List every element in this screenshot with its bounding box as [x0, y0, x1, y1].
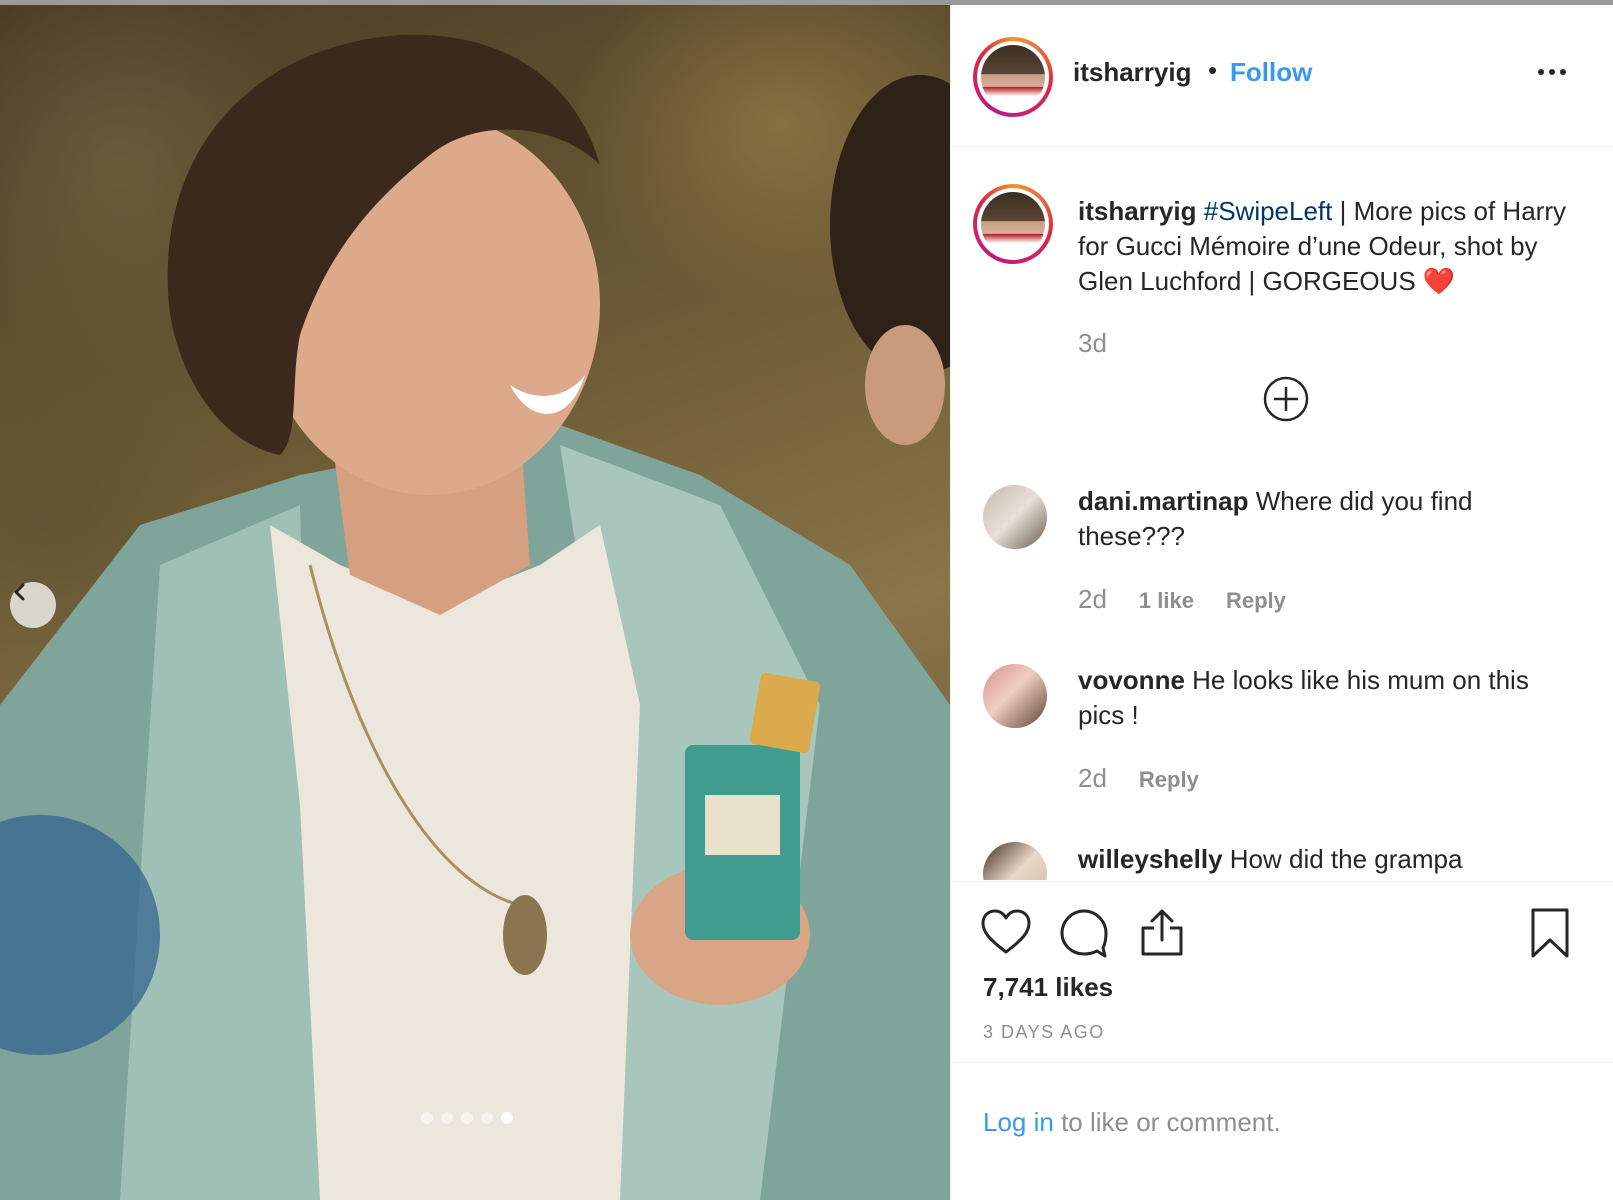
carousel-indicator	[421, 1112, 513, 1124]
more-options-icon[interactable]	[1529, 57, 1575, 87]
carousel-dot	[421, 1112, 433, 1124]
caption-avatar[interactable]	[973, 184, 1053, 264]
likes-count[interactable]: 7,741 likes	[983, 972, 1113, 1003]
login-rest: to like or comment.	[1053, 1107, 1281, 1137]
avatar-image	[981, 45, 1045, 109]
comment-meta: 2d Reply	[1078, 763, 1199, 794]
comment-body: How did the grampa	[1229, 844, 1463, 874]
caption: itsharryig #SwipeLeft | More pics of Har…	[1078, 194, 1598, 299]
heart-icon[interactable]	[979, 906, 1033, 960]
post-photo[interactable]	[0, 5, 950, 1200]
login-text: Log in to like or comment.	[983, 1107, 1281, 1138]
follow-button[interactable]: Follow	[1230, 57, 1312, 88]
share-icon[interactable]	[1135, 906, 1189, 960]
avatar-image	[981, 192, 1045, 256]
comment-time[interactable]: 2d	[1078, 584, 1107, 615]
previous-photo-button[interactable]	[10, 582, 56, 628]
comment-username[interactable]: dani.martinap	[1078, 486, 1248, 516]
comment-text: vovonne He looks like his mum on this pi…	[1078, 663, 1578, 733]
carousel-dot	[461, 1112, 473, 1124]
reply-button[interactable]: Reply	[1226, 588, 1286, 614]
commenter-avatar[interactable]	[983, 485, 1047, 549]
post-header: itsharryig • Follow	[951, 5, 1613, 147]
post-details-panel: itsharryig • Follow itsharryig #SwipeLef…	[950, 5, 1613, 1200]
carousel-dot-active	[501, 1112, 513, 1124]
comment-likes[interactable]: 1 like	[1139, 588, 1194, 614]
caption-time[interactable]: 3d	[1078, 328, 1107, 359]
post-date[interactable]: 3 DAYS AGO	[983, 1022, 1105, 1043]
comments-list[interactable]: itsharryig #SwipeLeft | More pics of Har…	[951, 148, 1613, 880]
author-avatar[interactable]	[973, 37, 1053, 117]
caption-username[interactable]: itsharryig	[1078, 196, 1197, 226]
comment-meta: 2d 1 like Reply	[1078, 584, 1286, 615]
comment-time[interactable]: 2d	[1078, 763, 1107, 794]
post-actions: 7,741 likes 3 DAYS AGO	[951, 881, 1613, 1061]
carousel-dot	[441, 1112, 453, 1124]
photo-illustration	[0, 34, 950, 1200]
plus-circle-icon[interactable]	[1261, 374, 1311, 424]
commenter-avatar[interactable]	[983, 664, 1047, 728]
comment-username[interactable]: vovonne	[1078, 665, 1185, 695]
reply-button[interactable]: Reply	[1139, 767, 1199, 793]
comment-username[interactable]: willeyshelly	[1078, 844, 1223, 874]
login-link[interactable]: Log in	[983, 1107, 1054, 1137]
comment-text: dani.martinap Where did you find these??…	[1078, 484, 1578, 554]
commenter-avatar[interactable]	[983, 842, 1047, 880]
caption-hashtag[interactable]: #SwipeLeft	[1204, 196, 1333, 226]
separator-dot: •	[1208, 55, 1218, 85]
comment-text: willeyshelly How did the grampa	[1078, 842, 1578, 877]
login-prompt: Log in to like or comment.	[951, 1062, 1613, 1200]
bookmark-icon[interactable]	[1523, 906, 1577, 960]
carousel-dot	[481, 1112, 493, 1124]
author-username[interactable]: itsharryig	[1073, 57, 1192, 88]
comment-icon[interactable]	[1057, 906, 1111, 960]
chevron-left-icon	[14, 583, 25, 601]
